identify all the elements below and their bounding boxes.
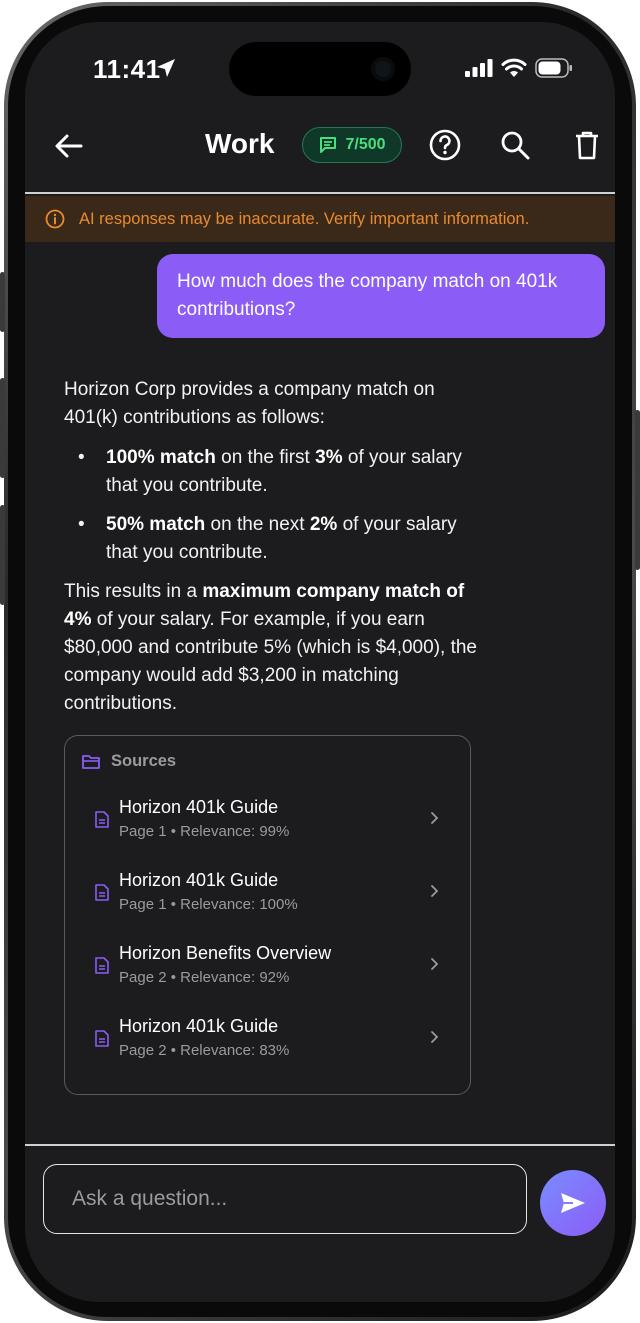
summary-text: of your salary. For example, if you earn…	[64, 609, 477, 714]
message-icon	[320, 137, 337, 153]
bullet-bold: 50% match	[106, 514, 206, 535]
side-button-left-1	[0, 272, 5, 332]
bullet-text: on the next	[205, 514, 310, 535]
ai-warning-banner: AI responses may be inaccurate. Verify i…	[25, 196, 615, 242]
side-button-left-2	[0, 378, 5, 478]
side-button-right	[635, 410, 640, 570]
chevron-right-icon	[431, 958, 439, 970]
source-meta: Page 2 • Relevance: 92%	[119, 969, 290, 986]
source-meta: Page 2 • Relevance: 83%	[119, 1042, 290, 1059]
status-time: 11:41	[93, 54, 161, 84]
bullet-bold: 2%	[309, 514, 338, 535]
chevron-right-icon	[431, 885, 439, 897]
send-button[interactable]	[540, 1170, 606, 1236]
arrow-left-icon[interactable]	[53, 130, 85, 162]
bullet-bold: 100% match	[106, 447, 216, 468]
source-meta: Page 1 • Relevance: 100%	[119, 896, 298, 913]
document-icon	[95, 884, 109, 901]
status-indicators	[465, 58, 573, 78]
source-title: Horizon 401k Guide	[119, 1016, 279, 1036]
source-title: Horizon 401k Guide	[119, 870, 279, 890]
message-count: 7/500	[345, 136, 386, 153]
sources-label: Sources	[111, 752, 177, 770]
list-item: • 100% match on the first 3% of your sala…	[78, 447, 462, 496]
help-circle-icon[interactable]	[428, 128, 462, 162]
user-message-bubble: How much does the company match on 401k …	[157, 254, 605, 338]
user-message-text: How much does the company match on 401k …	[177, 271, 558, 320]
document-icon	[95, 811, 109, 828]
folder-icon	[82, 754, 100, 769]
search-icon[interactable]	[498, 128, 532, 162]
wifi-icon	[501, 58, 527, 77]
source-title: Horizon Benefits Overview	[119, 943, 332, 963]
assistant-message: Horizon Corp provides a company match on…	[64, 376, 484, 718]
answer-intro: Horizon Corp provides a company match on…	[64, 379, 435, 428]
location-arrow-icon	[157, 59, 175, 77]
bullet-bold: 3%	[315, 447, 343, 468]
chevron-right-icon	[431, 1031, 439, 1043]
bullet-text: on the first	[215, 447, 316, 468]
trash-icon[interactable]	[570, 128, 604, 162]
camera-icon	[371, 57, 395, 81]
dynamic-island	[229, 42, 411, 96]
source-item[interactable]: Horizon 401k Guide Page 2 • Relevance: 8…	[65, 1016, 470, 1072]
question-input[interactable]	[43, 1164, 527, 1234]
battery-icon	[535, 58, 572, 78]
page-title: Work	[205, 128, 275, 159]
source-item[interactable]: Horizon 401k Guide Page 1 • Relevance: 1…	[65, 870, 470, 926]
source-title: Horizon 401k Guide	[119, 797, 279, 817]
side-button-left-3	[0, 505, 5, 605]
list-item: • 50% match on the next 2% of your salary…	[78, 514, 457, 563]
header-divider	[25, 192, 615, 194]
source-item[interactable]: Horizon Benefits Overview Page 2 • Relev…	[65, 943, 470, 999]
signal-icon	[465, 59, 493, 77]
document-icon	[95, 1030, 109, 1047]
source-item[interactable]: Horizon 401k Guide Page 1 • Relevance: 9…	[65, 797, 470, 853]
summary-text: This results in a	[64, 581, 203, 602]
sources-panel: Sources Horizon 401k Guide Page 1 • Rele…	[64, 735, 471, 1095]
warning-text: AI responses may be inaccurate. Verify i…	[79, 209, 530, 228]
answer-bullet-list: • 100% match on the first 3% of your sala…	[64, 444, 484, 567]
sources-header: Sources	[81, 752, 176, 771]
composer-divider	[25, 1144, 615, 1146]
source-meta: Page 1 • Relevance: 99%	[119, 823, 290, 840]
chat-header: Work 7/500	[25, 114, 615, 194]
document-icon	[95, 957, 109, 974]
info-circle-icon	[45, 209, 65, 229]
app-screen: 11:41 Work 7/500 AI responses may be ina…	[25, 22, 615, 1302]
message-count-badge: 7/500	[302, 127, 402, 163]
chevron-right-icon	[431, 812, 439, 824]
send-icon	[561, 1193, 585, 1213]
answer-summary: This results in a maximum company match …	[64, 578, 484, 718]
